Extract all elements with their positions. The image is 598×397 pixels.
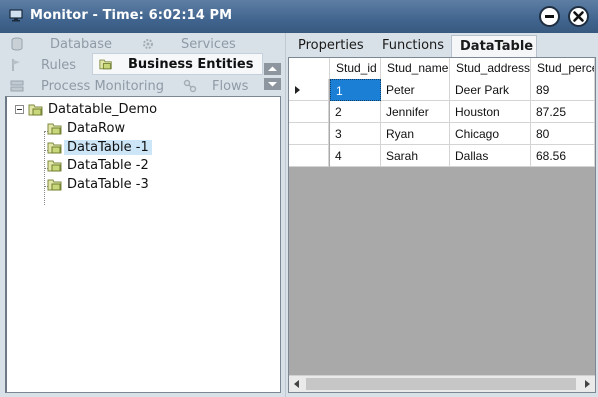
nav-item-business-entities[interactable]: Business Entities xyxy=(92,53,263,75)
tree-node-datatable-2[interactable]: DataTable -2 xyxy=(7,157,257,175)
chevron-left-icon[interactable] xyxy=(292,379,302,389)
folder-icon xyxy=(28,104,43,116)
process-icon xyxy=(10,80,24,92)
folder-icon xyxy=(47,142,62,154)
table-cell[interactable]: Peter xyxy=(381,79,450,101)
tree-node-datatable-1[interactable]: DataTable -1 xyxy=(7,139,257,157)
row-header[interactable] xyxy=(289,123,329,145)
table-cell[interactable]: Houston xyxy=(450,101,531,123)
nav-item-label: Flows xyxy=(212,79,249,94)
nav-item-process-monitoring[interactable]: Process Monitoring xyxy=(0,76,178,97)
tree-node-root[interactable]: Datatable_Demo xyxy=(7,101,257,119)
table-cell[interactable]: 89 xyxy=(531,79,595,101)
nav-item-label: Business Entities xyxy=(128,57,254,72)
chevron-down-icon xyxy=(268,82,277,87)
nav-scroll-down-button[interactable] xyxy=(264,78,281,90)
nav-item-label: Services xyxy=(181,37,236,52)
nav-item-label: Database xyxy=(50,37,113,52)
grid-header: Stud_id Stud_name Stud_address Stud_perc… xyxy=(289,58,595,79)
collapse-icon[interactable] xyxy=(15,105,24,114)
flows-icon xyxy=(183,79,197,93)
window-title: Monitor - Time: 6:02:14 PM xyxy=(30,8,233,23)
tree-node-label: DataRow xyxy=(67,121,126,136)
nav-item-database[interactable]: Database xyxy=(0,34,150,55)
table-cell[interactable]: Ryan xyxy=(381,123,450,145)
tree-node-label: DataTable -1 xyxy=(64,140,152,155)
nav-scroll-up-button[interactable] xyxy=(264,63,281,75)
horizontal-scrollbar[interactable] xyxy=(289,375,595,392)
table-cell[interactable]: Deer Park xyxy=(450,79,531,101)
tab-label: DataTable xyxy=(460,39,534,54)
nav-item-rules[interactable]: Rules xyxy=(0,55,90,76)
folder-icon xyxy=(47,160,62,172)
monitor-icon xyxy=(9,9,23,22)
data-grid[interactable]: Stud_id Stud_name Stud_address Stud_perc… xyxy=(288,57,596,393)
tree-node-label: Datatable_Demo xyxy=(48,102,158,117)
table-cell[interactable]: Chicago xyxy=(450,123,531,145)
table-cell[interactable]: 68.56 xyxy=(531,145,595,167)
tree-node-datarow[interactable]: DataRow xyxy=(7,120,257,138)
close-icon xyxy=(573,11,584,22)
table-cell[interactable]: Jennifer xyxy=(381,101,450,123)
table-cell[interactable]: Sarah xyxy=(381,145,450,167)
table-cell[interactable]: 4 xyxy=(330,145,381,167)
tab-datatable[interactable]: DataTable xyxy=(451,35,537,57)
table-cell[interactable]: 3 xyxy=(330,123,381,145)
tab-label: Functions xyxy=(382,38,445,53)
tab-label: Properties xyxy=(298,38,364,53)
column-header[interactable]: Stud_address xyxy=(450,58,531,79)
chevron-up-icon xyxy=(268,66,277,71)
title-bar: Monitor - Time: 6:02:14 PM xyxy=(0,0,598,33)
nav-item-services[interactable]: Services xyxy=(138,34,263,55)
column-header[interactable]: Stud_perce xyxy=(531,58,595,79)
tree-view[interactable]: Datatable_Demo DataRow DataTable -1 Data… xyxy=(5,96,281,393)
nav-item-label: Process Monitoring xyxy=(41,79,164,94)
tree-node-datatable-3[interactable]: DataTable -3 xyxy=(7,176,257,194)
right-panel: Properties Functions DataTable Stud_id S… xyxy=(285,33,598,397)
grid-corner xyxy=(289,58,330,79)
minimize-button[interactable] xyxy=(539,6,560,27)
table-cell[interactable]: 87.25 xyxy=(531,101,595,123)
folder-icon xyxy=(99,59,112,70)
close-button[interactable] xyxy=(568,6,589,27)
chevron-right-icon[interactable] xyxy=(582,379,592,389)
flag-icon xyxy=(12,59,20,71)
gear-icon xyxy=(143,39,153,49)
tree-node-label: DataTable -2 xyxy=(67,158,149,173)
column-header[interactable]: Stud_name xyxy=(381,58,450,79)
scrollbar-thumb[interactable] xyxy=(306,378,576,390)
row-header[interactable] xyxy=(289,79,329,101)
tab-properties[interactable]: Properties xyxy=(291,35,371,57)
table-cell[interactable]: 2 xyxy=(330,101,381,123)
column-header[interactable]: Stud_id xyxy=(330,58,381,79)
nav-item-flows[interactable]: Flows xyxy=(180,76,262,97)
left-panel: Database Services Rules Business Entitie… xyxy=(0,33,285,397)
folder-icon xyxy=(47,123,62,135)
minimize-icon xyxy=(545,15,554,18)
row-header[interactable] xyxy=(289,101,329,123)
nav-item-label: Rules xyxy=(41,58,77,73)
tree-node-label: DataTable -3 xyxy=(67,177,149,192)
tab-functions[interactable]: Functions xyxy=(374,35,450,57)
table-cell[interactable]: Dallas xyxy=(450,145,531,167)
row-arrow-icon xyxy=(295,86,300,94)
table-cell[interactable]: 80 xyxy=(531,123,595,145)
folder-icon xyxy=(47,179,62,191)
row-header[interactable] xyxy=(289,145,329,167)
database-icon xyxy=(11,37,23,51)
table-cell[interactable]: 1 xyxy=(330,79,381,101)
